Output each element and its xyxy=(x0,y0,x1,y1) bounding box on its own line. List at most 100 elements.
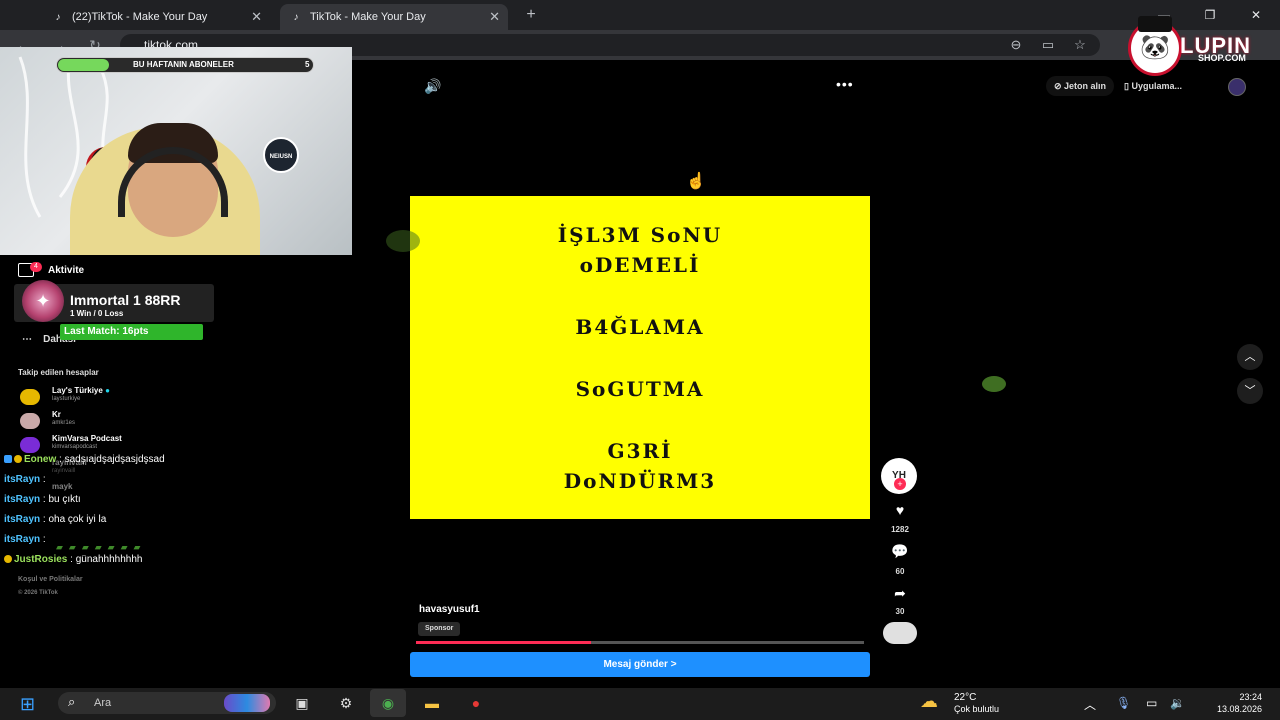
streaming-app-icon[interactable]: ● xyxy=(464,692,488,714)
apps-button[interactable]: ▯ Uygulama... xyxy=(1124,76,1182,96)
like-heart-icon[interactable]: ♥ xyxy=(885,497,915,523)
video-progress-fill xyxy=(416,641,591,644)
comment-count: 60 xyxy=(895,567,905,576)
tiktok-icon: ♪ xyxy=(293,11,299,23)
verified-badge-icon: ● xyxy=(105,386,110,395)
browser-tab-2[interactable]: ♪ TikTok - Make Your Day ✕ xyxy=(280,4,508,30)
speaker-icon[interactable]: 🔉 xyxy=(1170,696,1185,710)
steam-icon[interactable]: ⚙ xyxy=(334,692,358,714)
lupin-hat xyxy=(1138,16,1172,32)
get-coins-label: Jeton alın xyxy=(1064,81,1107,91)
channel-logo: NEIUSN xyxy=(263,137,299,173)
chat-text: : xyxy=(42,534,46,545)
chrome-icon[interactable]: ◉ xyxy=(376,692,400,714)
lupin-brand-sub: SHOP.COM xyxy=(1198,53,1246,63)
video-text-line: SoGUTMA xyxy=(575,376,705,401)
decorative-blob xyxy=(982,376,1006,392)
video-player[interactable]: İŞL3M SoNU oDEMELİ B4ĞLAMA SoGUTMA G3Rİ … xyxy=(410,196,870,519)
tray-overflow-chevron-icon[interactable]: ︿ xyxy=(1084,696,1096,713)
more-options-icon[interactable]: ••• xyxy=(836,76,856,94)
zoom-icon[interactable]: ⊖ xyxy=(1006,35,1026,55)
chat-user: itsRayn xyxy=(4,474,41,485)
chat-text: : bu çıktı xyxy=(42,494,81,505)
rank-record: 1 Win / 0 Loss xyxy=(70,309,124,318)
account-name: Lay's Türkiye ● xyxy=(52,386,110,395)
chat-message: itsRayn : xyxy=(4,534,46,545)
clock-date[interactable]: 13.08.2026 xyxy=(1202,704,1262,714)
close-window-icon[interactable]: ✕ xyxy=(1246,5,1266,25)
weather-condition: Çok bulutlu xyxy=(954,704,1000,714)
chat-message: itsRayn : oha çok iyi la xyxy=(4,514,106,525)
follow-plus-icon[interactable]: + xyxy=(894,478,906,490)
chat-text: : günahhhhhhhh xyxy=(70,554,143,565)
temperature: 22°C xyxy=(954,692,977,703)
subscriber-goal-label: BU HAFTANIN ABONELER xyxy=(133,60,234,69)
microphone-icon[interactable]: 🎙 xyxy=(1116,696,1131,710)
followed-account[interactable]: Lay's Türkiye ● laysturkiye xyxy=(18,386,268,410)
like-count: 1282 xyxy=(891,525,909,534)
chat-text: : xyxy=(42,474,46,485)
video-text-line: İŞL3M SoNU xyxy=(557,222,723,247)
terms-link[interactable]: Koşul ve Politikalar xyxy=(18,576,83,583)
volume-icon[interactable]: 🔊 xyxy=(424,78,444,96)
tab-label: TikTok - Make Your Day xyxy=(310,11,426,23)
followed-account[interactable]: Kr amkr1es xyxy=(18,410,268,434)
previous-video-chevron-up-icon[interactable]: ︿ xyxy=(1237,344,1263,370)
video-author[interactable]: havasyusuf1 xyxy=(419,604,480,615)
send-message-button[interactable]: Mesaj gönder > xyxy=(410,652,870,677)
task-view-icon[interactable]: ▣ xyxy=(290,692,314,714)
search-highlight-art[interactable] xyxy=(224,694,270,712)
account-name: mayk xyxy=(52,482,73,491)
avatar xyxy=(20,389,40,405)
subscriber-goal-fill xyxy=(58,59,109,71)
next-video-chevron-down-icon[interactable]: ﹀ xyxy=(1237,378,1263,404)
subscriber-goal-count: 5 xyxy=(305,60,310,69)
search-icon: ⌕ xyxy=(68,694,76,709)
get-coins-button[interactable]: ⊘ Jeton alın xyxy=(1046,76,1115,96)
rank-title: Immortal 1 88RR xyxy=(70,292,181,308)
chat-message: itsRayn : bu çıktı xyxy=(4,494,81,505)
share-count: 30 xyxy=(895,607,905,616)
close-icon[interactable]: ✕ xyxy=(489,9,500,25)
video-text-line: B4ĞLAMA xyxy=(575,314,705,339)
bookmark-star-icon[interactable]: ☆ xyxy=(1070,35,1090,55)
activity-label[interactable]: Aktivite xyxy=(48,265,84,276)
avatar xyxy=(20,413,40,429)
chat-user: itsRayn xyxy=(4,494,41,505)
clock-time[interactable]: 23:24 xyxy=(1228,692,1262,702)
video-text-line: oDEMELİ xyxy=(579,252,701,277)
browser-tab-1[interactable]: ♪ (22)TikTok - Make Your Day ✕ xyxy=(42,4,270,30)
weather-cloud-icon[interactable]: ☁ xyxy=(920,691,938,712)
account-name: KimVarsa Podcast xyxy=(52,434,122,443)
account-handle: laysturkiye xyxy=(52,396,81,402)
account-handle: rayinvaill xyxy=(52,468,76,474)
chat-message: Eonew : sadşıajdşajdşasjdşsad xyxy=(4,454,165,465)
video-text-line: DoNDÜRM3 xyxy=(563,468,717,493)
restore-icon[interactable]: ❐ xyxy=(1200,5,1220,25)
share-arrow-icon[interactable]: ➦ xyxy=(885,580,915,606)
account-name: Kr xyxy=(52,410,61,419)
chat-message: itsRayn : xyxy=(4,474,46,485)
chat-user: JustRosies xyxy=(14,554,68,565)
last-match-badge: Last Match: 16pts xyxy=(60,324,203,340)
new-tab-button[interactable]: + xyxy=(520,4,542,26)
profile-avatar[interactable] xyxy=(1228,78,1246,96)
webcam-overlay: NEIUSN xyxy=(0,47,352,255)
hand-cursor-icon: ☝ xyxy=(686,173,706,190)
activity-badge: 4 xyxy=(30,262,42,272)
chat-user: itsRayn xyxy=(4,514,41,525)
decorative-blob xyxy=(386,230,420,252)
close-icon[interactable]: ✕ xyxy=(251,9,262,25)
cast-icon[interactable]: ▭ xyxy=(1038,35,1058,55)
tiktok-icon: ♪ xyxy=(55,11,61,23)
account-handle: amkr1es xyxy=(52,420,76,426)
chat-user: Eonew xyxy=(24,454,57,465)
file-explorer-icon[interactable]: ▬ xyxy=(420,692,444,714)
network-icon[interactable]: ▭ xyxy=(1146,696,1157,710)
windows-start-icon[interactable]: ⊞ xyxy=(20,694,44,714)
tab-label: (22)TikTok - Make Your Day xyxy=(72,11,208,23)
comment-icon[interactable]: 💬 xyxy=(885,538,915,564)
chat-message: JustRosies : günahhhhhhhh xyxy=(4,554,142,565)
video-text-line: G3Rİ xyxy=(607,438,673,463)
music-disc-icon[interactable] xyxy=(883,622,917,644)
